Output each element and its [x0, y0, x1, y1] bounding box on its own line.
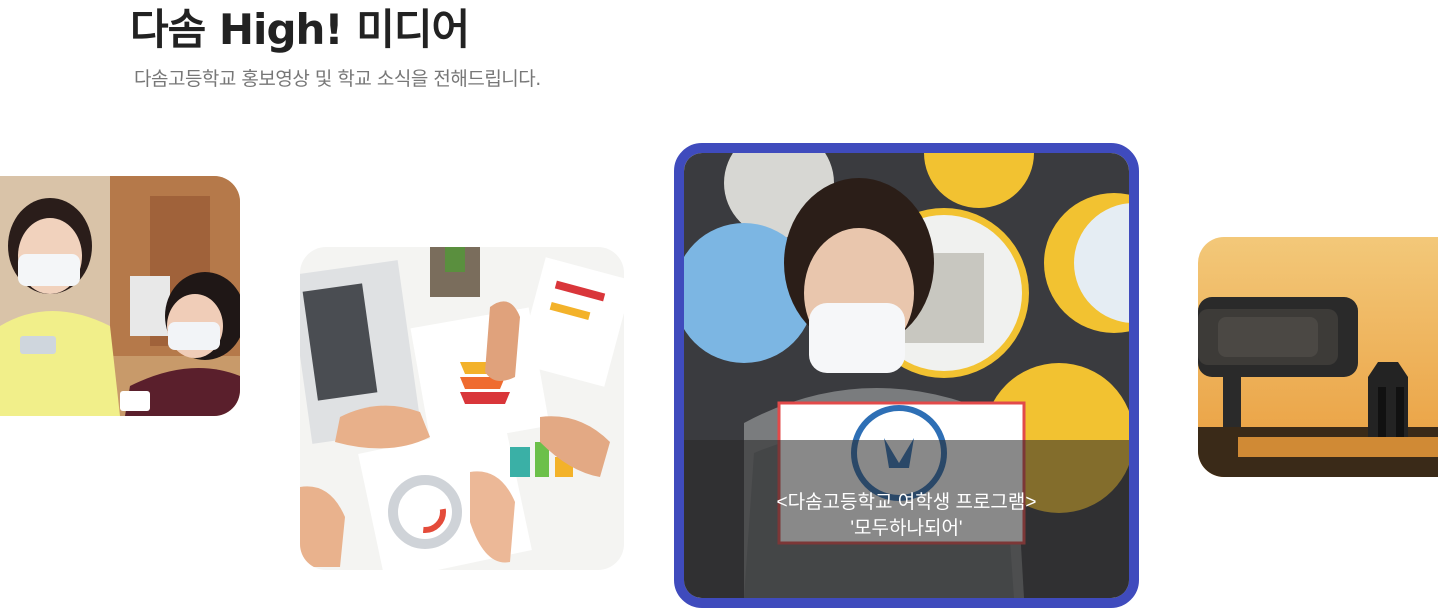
media-card-4[interactable] [1198, 237, 1438, 477]
active-card-caption: <다솜고등학교 여학생 프로그램> '모두하나되어' [684, 440, 1129, 598]
media-card-2[interactable] [300, 247, 624, 570]
caption-line-1: <다솜고등학교 여학생 프로그램> [776, 492, 1037, 513]
page-title: 다솜 High! 미디어 [130, 5, 470, 54]
caption-line-2: '모두하나되어' [850, 518, 963, 539]
media-card-active[interactable]: <다솜고등학교 여학생 프로그램> '모두하나되어' [674, 143, 1139, 608]
students-photo [0, 176, 240, 416]
page-subtitle: 다솜고등학교 홍보영상 및 학교 소식을 전해드립니다. [134, 68, 541, 90]
robot-photo [1198, 237, 1438, 477]
media-card-1[interactable] [0, 176, 240, 416]
infographic-desk-photo [300, 247, 624, 570]
